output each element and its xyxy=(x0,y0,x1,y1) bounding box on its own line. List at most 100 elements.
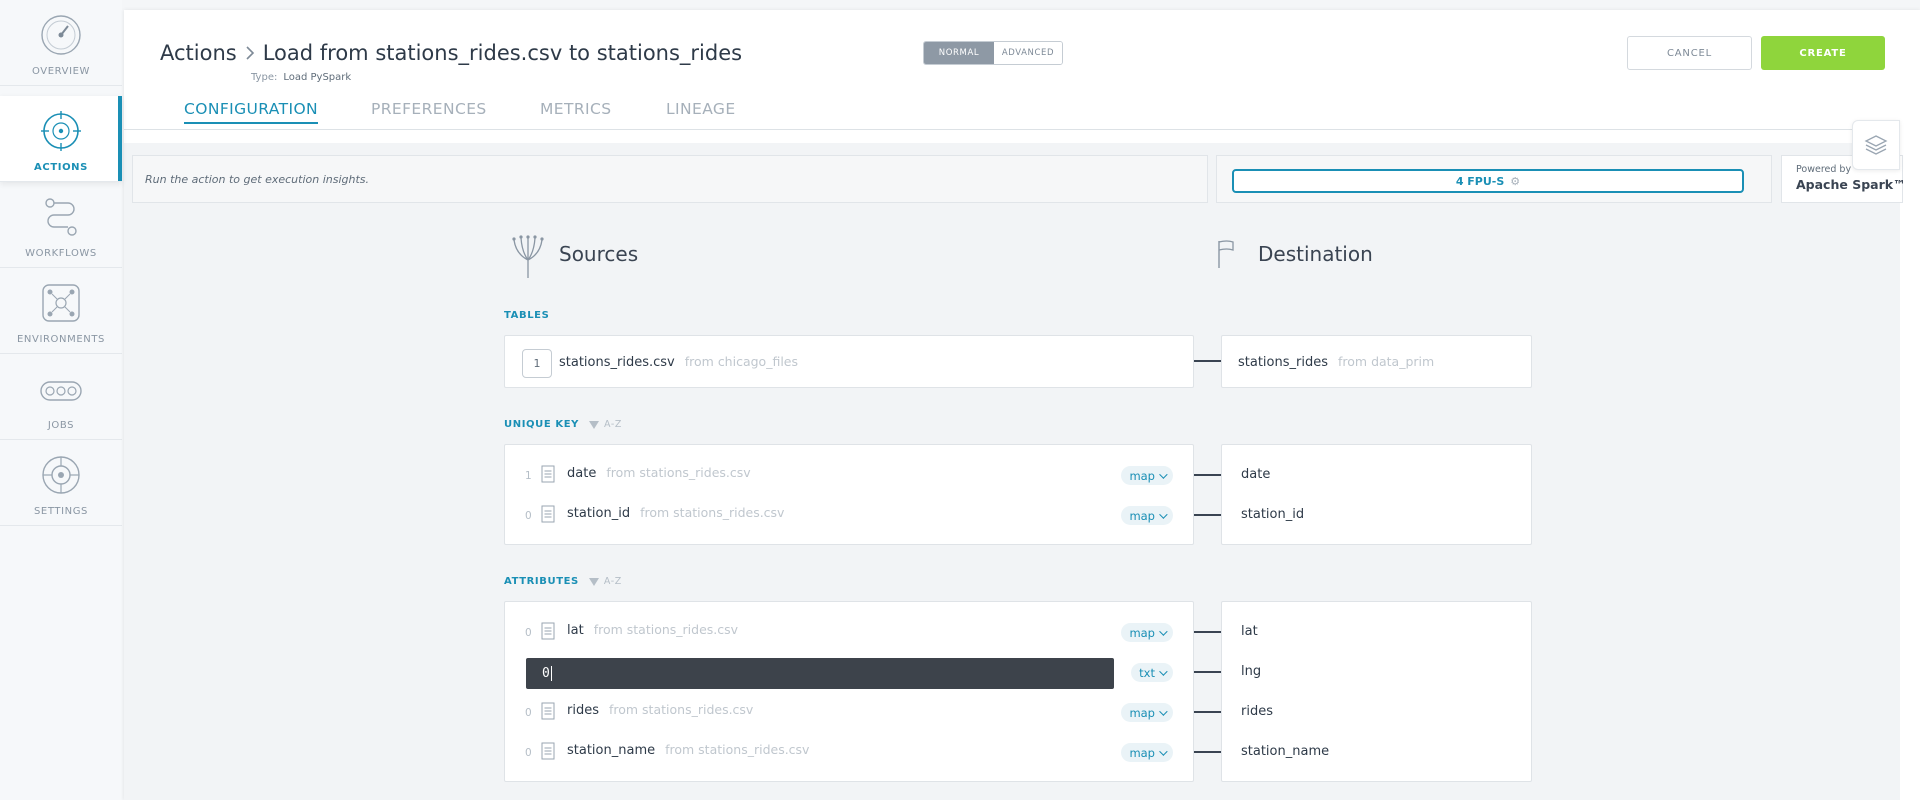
layers-panel-button[interactable] xyxy=(1852,120,1900,170)
chevron-down-icon xyxy=(1159,746,1168,756)
mapping-mode-dropdown[interactable]: map xyxy=(1121,703,1173,722)
connector-line xyxy=(1194,631,1221,633)
field-index: 0 xyxy=(525,707,532,719)
layers-icon xyxy=(1864,135,1888,155)
tab-configuration[interactable]: CONFIGURATION xyxy=(184,100,319,124)
mapping-mode-dropdown[interactable]: map xyxy=(1121,466,1173,485)
text-cursor xyxy=(550,666,552,681)
nav-environments[interactable]: ENVIRONMENTS xyxy=(0,268,122,354)
list-item[interactable]: 1 date from stations_rides.csv map xyxy=(505,455,1193,495)
sources-title: Sources xyxy=(559,242,639,266)
nav-label: SETTINGS xyxy=(33,506,89,517)
unique-key-label: UNIQUE KEY A-Z xyxy=(504,419,622,430)
fpu-value: 4 FPU-S xyxy=(1455,174,1505,188)
source-table-name: stations_rides.csv from chicago_files xyxy=(559,354,798,370)
field-name: station_name from stations_rides.csv xyxy=(567,742,809,758)
source-table-from: from chicago_files xyxy=(684,354,798,369)
document-icon xyxy=(541,702,555,720)
create-button[interactable]: CREATE xyxy=(1761,36,1885,70)
destination-field[interactable]: lng xyxy=(1241,664,1261,679)
chevron-right-icon xyxy=(246,46,254,60)
field-from: from stations_rides.csv xyxy=(640,505,785,520)
chevron-down-icon xyxy=(1159,666,1168,676)
field-name: station_id from stations_rides.csv xyxy=(567,505,784,521)
destination-field[interactable]: rides xyxy=(1241,704,1273,719)
destination-field[interactable]: date xyxy=(1241,467,1270,482)
field-index: 1 xyxy=(525,470,532,482)
list-item[interactable]: 0 lat from stations_rides.csv map xyxy=(505,612,1193,652)
cancel-button[interactable]: CANCEL xyxy=(1627,36,1752,70)
gear-icon: ⚙ xyxy=(1510,174,1521,188)
connector-line xyxy=(1194,671,1221,673)
mode-advanced-button[interactable]: ADVANCED xyxy=(994,42,1062,64)
source-table-label: stations_rides.csv xyxy=(559,355,675,370)
speedometer-icon xyxy=(41,15,81,55)
fpu-box: 4 FPU-S ⚙ xyxy=(1216,155,1772,203)
sort-az-toggle[interactable]: A-Z xyxy=(588,576,622,587)
mapping-mode-label: map xyxy=(1129,745,1155,760)
connector-line xyxy=(1194,474,1221,476)
fpu-selector[interactable]: 4 FPU-S ⚙ xyxy=(1232,169,1744,193)
nav-workflows[interactable]: WORKFLOWS xyxy=(0,182,122,268)
attributes-text: ATTRIBUTES xyxy=(504,576,579,587)
field-label: rides xyxy=(567,703,599,718)
tab-preferences[interactable]: PREFERENCES xyxy=(371,100,487,118)
destination-table-name: stations_rides from data_prim xyxy=(1238,354,1434,370)
info-bar: Run the action to get execution insights… xyxy=(132,151,1906,213)
nav-label: JOBS xyxy=(47,420,75,431)
document-icon xyxy=(541,465,555,483)
content-area: Run the action to get execution insights… xyxy=(124,143,1906,800)
connector-line xyxy=(1194,751,1221,753)
tab-lineage[interactable]: LINEAGE xyxy=(666,100,736,118)
field-index: 0 xyxy=(525,747,532,759)
nav-label: ACTIONS xyxy=(34,162,88,173)
mapping-mode-dropdown[interactable]: map xyxy=(1121,506,1173,525)
list-item[interactable]: 0 rides from stations_rides.csv map xyxy=(505,692,1193,732)
mapping-mode-dropdown[interactable]: map xyxy=(1121,623,1173,642)
destination-field[interactable]: lat xyxy=(1241,624,1258,639)
workflow-icon xyxy=(45,198,77,236)
field-label: station_id xyxy=(567,506,631,521)
field-from: from stations_rides.csv xyxy=(608,702,754,717)
document-icon xyxy=(541,505,555,523)
list-item[interactable]: 0 station_id from stations_rides.csv map xyxy=(505,495,1193,535)
constant-value-text: 0 xyxy=(542,666,550,681)
type-value: Load PySpark xyxy=(283,72,352,83)
constant-value-input[interactable]: 0 xyxy=(526,658,1114,689)
destination-field[interactable]: station_name xyxy=(1241,744,1329,759)
nav-actions[interactable]: ACTIONS xyxy=(0,96,122,182)
destination-table-card[interactable]: stations_rides from data_prim xyxy=(1221,335,1532,388)
list-item[interactable]: 0 station_name from stations_rides.csv ma… xyxy=(505,732,1193,772)
chevron-down-icon xyxy=(1159,509,1168,519)
execution-insight: Run the action to get execution insights… xyxy=(132,155,1208,203)
tab-metrics[interactable]: METRICS xyxy=(540,100,611,118)
field-label: station_name xyxy=(567,743,656,758)
sort-az-toggle[interactable]: A-Z xyxy=(588,419,622,430)
chevron-down-icon xyxy=(1159,469,1168,479)
attributes-label: ATTRIBUTES A-Z xyxy=(504,576,622,587)
sidebar: OVERVIEW ACTIONS WORKFLOWS ENVIRONMENTS … xyxy=(0,0,122,800)
chevron-down-icon xyxy=(1159,706,1168,716)
destination-table-label: stations_rides xyxy=(1238,355,1328,370)
destination-unique-key-card: date station_id xyxy=(1221,444,1532,545)
destination-field[interactable]: station_id xyxy=(1241,507,1304,522)
mapping-mode-label: map xyxy=(1129,508,1155,523)
mapping-mode-dropdown[interactable]: txt xyxy=(1131,663,1173,682)
connector-line xyxy=(1194,514,1221,516)
nav-label: OVERVIEW xyxy=(31,66,91,77)
nav-overview[interactable]: OVERVIEW xyxy=(0,0,122,86)
source-table-card[interactable]: 1 stations_rides.csv from chicago_files xyxy=(504,335,1194,388)
sort-label: A-Z xyxy=(603,419,622,430)
breadcrumb-actions[interactable]: Actions xyxy=(160,41,237,65)
mode-normal-button[interactable]: NORMAL xyxy=(924,42,994,64)
field-label: date xyxy=(567,466,597,481)
mapping-mode-dropdown[interactable]: map xyxy=(1121,743,1173,762)
field-name: date from stations_rides.csv xyxy=(567,465,751,481)
field-name: lat from stations_rides.csv xyxy=(567,622,738,638)
nav-settings[interactable]: SETTINGS xyxy=(0,440,122,526)
destination-attributes-card: lat lng rides station_name xyxy=(1221,601,1532,782)
destination-title: Destination xyxy=(1258,242,1373,266)
mapping-mode-label: map xyxy=(1129,468,1155,483)
nav-jobs[interactable]: JOBS xyxy=(0,354,122,440)
mapping-mode-label: txt xyxy=(1139,665,1155,680)
